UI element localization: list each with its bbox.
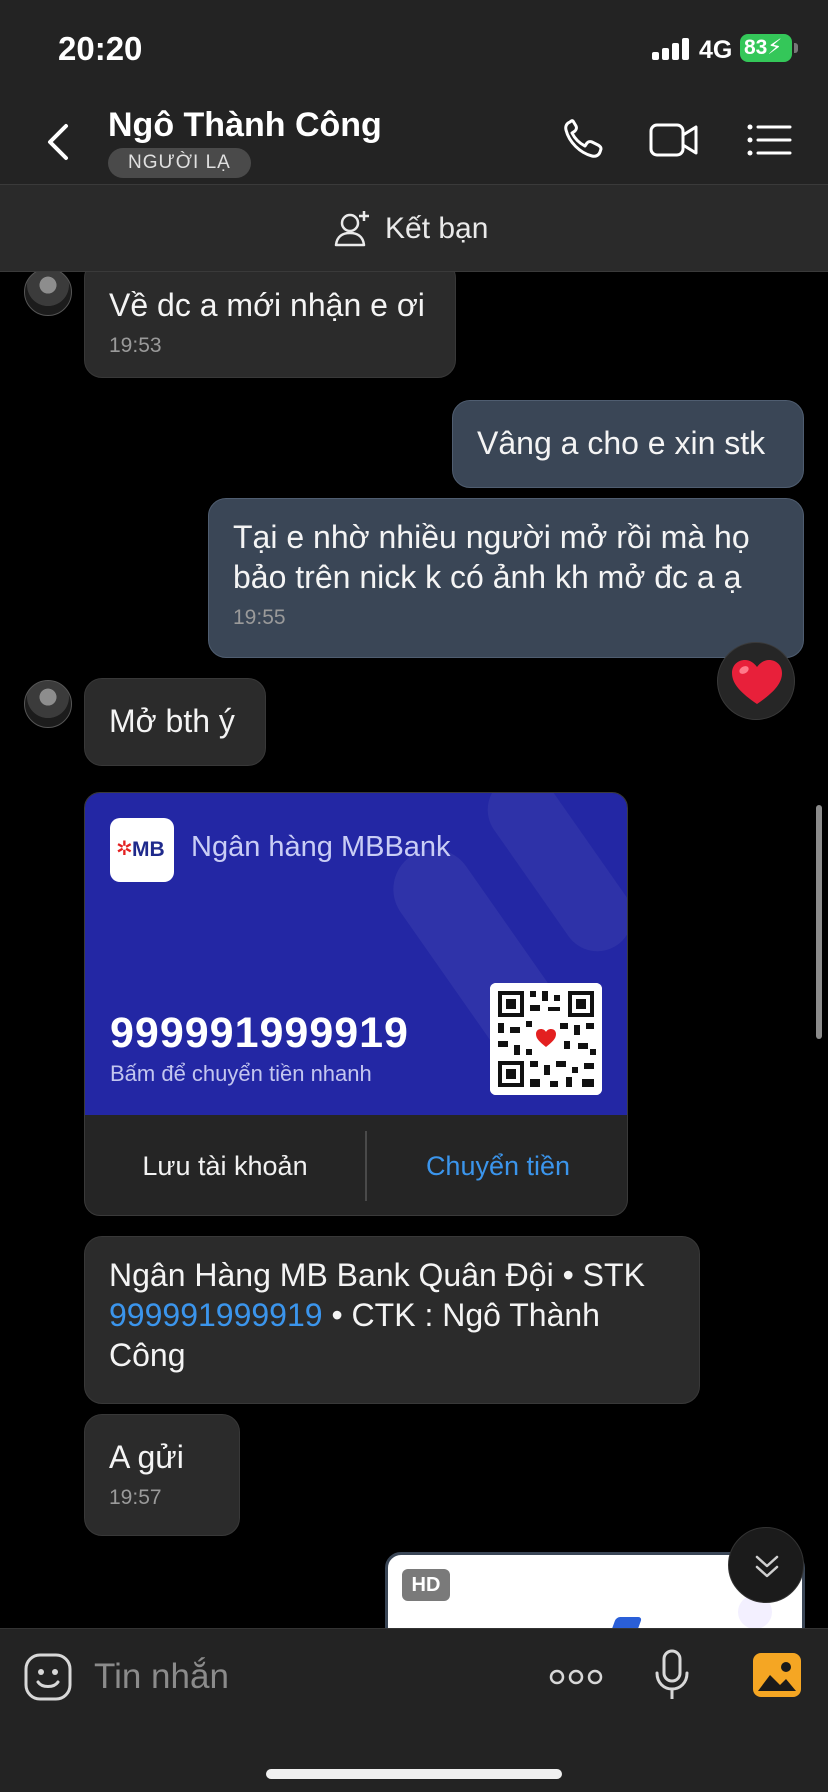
avatar[interactable] [24,680,72,728]
card-actions: Lưu tài khoản Chuyển tiền [85,1115,627,1215]
message-bubble[interactable]: Tại e nhờ nhiều người mở rồi mà họ bảo t… [208,498,804,658]
more-icon[interactable] [548,1657,604,1697]
bank-account-card[interactable]: ✲ MB Ngân hàng MBBank 999991999919 Bấm đ… [84,792,628,1216]
account-number: 999991999919 [110,1009,409,1057]
message-input[interactable]: Tin nhắn [94,1657,229,1697]
video-call-icon[interactable] [648,116,700,164]
add-friend-button[interactable]: Kết bạn [333,207,488,251]
sticker-icon[interactable] [22,1651,74,1703]
chat-area[interactable]: Về dc a mới nhận e ơi 19:53 Vâng a cho e… [0,272,828,1628]
contact-name[interactable]: Ngô Thành Công [108,106,382,145]
add-friend-bar: Kết bạn [0,184,828,272]
signal-icon [652,38,690,60]
qr-code-icon[interactable] [490,983,602,1095]
scroll-to-bottom-button[interactable] [728,1527,804,1603]
message-text: Công [109,1337,186,1373]
message-text: bảo trên nick k có ảnh kh mở đc a ạ [233,559,742,595]
stranger-badge: NGƯỜI LẠ [108,148,251,178]
message-bubble[interactable]: Ngân Hàng MB Bank Quân Đội • STK 9999919… [84,1236,700,1404]
back-chevron-icon[interactable] [40,120,76,164]
add-friend-label: Kết bạn [385,212,489,245]
hd-badge: HD [402,1569,450,1601]
scrollbar[interactable] [816,805,822,1039]
status-time: 20:20 [58,30,143,67]
message-bubble[interactable]: A gửi 19:57 [84,1414,240,1536]
message-input-bar: Tin nhắn [0,1628,828,1792]
message-text: • CTK : Ngô Thành [322,1297,600,1333]
message-time: 19:57 [109,1486,162,1509]
mb-bank-logo: ✲ MB [110,818,174,882]
message-text: Tại e nhờ nhiều người mở rồi mà họ [233,519,750,555]
message-text: Mở bth ý [109,703,235,739]
account-number-link[interactable]: 999991999919 [109,1297,323,1333]
heart-icon [732,660,782,704]
microphone-icon[interactable] [652,1647,692,1705]
status-bar: 20:20 4G 83⚡ [0,0,828,96]
double-chevron-down-icon [755,1555,779,1578]
home-indicator [266,1769,562,1779]
bank-name: Ngân hàng MBBank [191,831,451,863]
message-bubble[interactable]: Mở bth ý [84,678,266,766]
network-type: 4G [699,36,733,64]
phone-icon[interactable] [558,116,610,164]
chat-header: Ngô Thành Công NGƯỜI LẠ [0,96,828,184]
battery-icon: 83⚡ [740,34,792,62]
avatar[interactable] [24,272,72,316]
bank-card-face[interactable]: ✲ MB Ngân hàng MBBank 999991999919 Bấm đ… [85,793,627,1115]
add-person-icon [334,211,369,247]
save-account-button[interactable]: Lưu tài khoản [85,1115,365,1215]
quick-transfer-hint: Bấm để chuyển tiền nhanh [110,1061,372,1086]
message-text: Về dc a mới nhận e ơi [109,287,425,323]
message-text: A gửi [109,1439,184,1475]
reaction-button[interactable] [717,642,795,720]
gallery-icon[interactable] [752,1651,802,1699]
message-time: 19:53 [109,334,162,357]
message-time: 19:55 [233,606,286,629]
message-text: Vâng a cho e xin stk [477,425,766,461]
message-bubble[interactable]: Vâng a cho e xin stk [452,400,804,488]
transfer-money-button[interactable]: Chuyển tiền [367,1115,627,1215]
message-bubble[interactable]: Về dc a mới nhận e ơi 19:53 [84,272,456,378]
menu-list-icon[interactable] [744,116,796,164]
message-text: Ngân Hàng MB Bank Quân Đội • STK [109,1257,645,1293]
